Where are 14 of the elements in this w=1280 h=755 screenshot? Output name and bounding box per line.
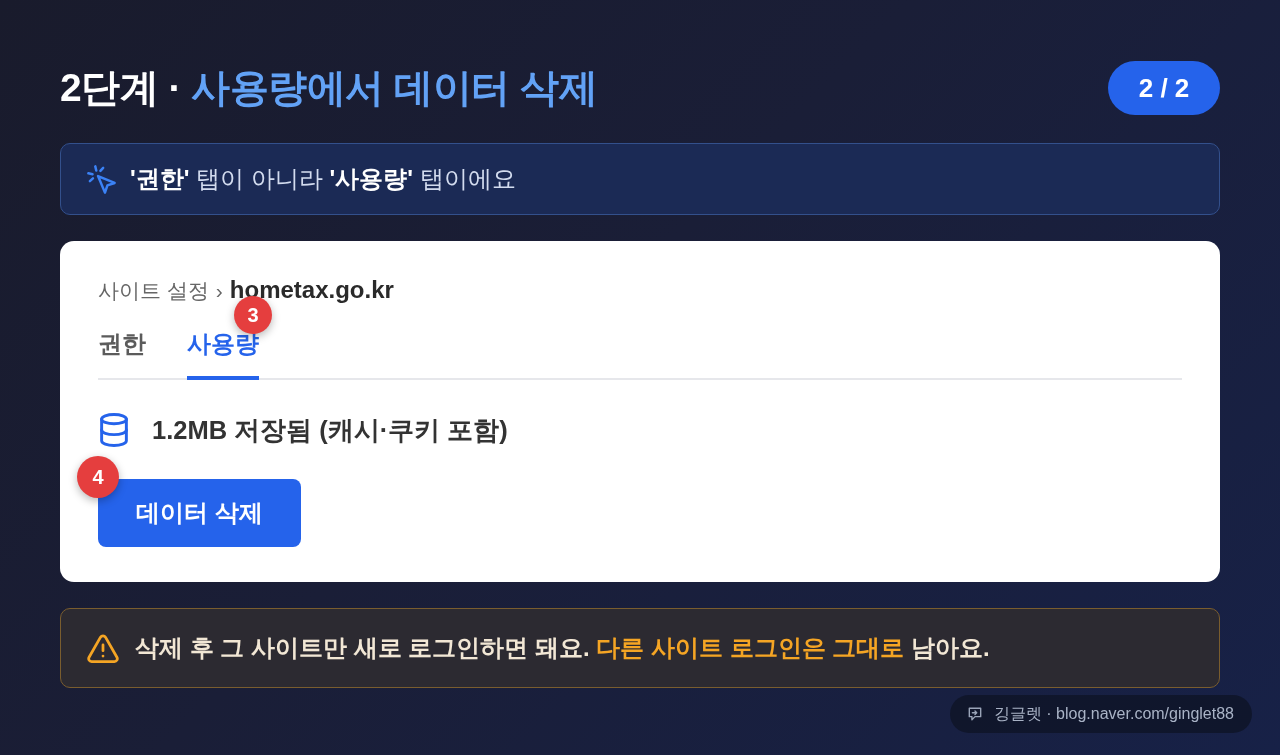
storage-usage-text: 1.2MB 저장됨 (캐시·쿠키 포함) [152, 415, 508, 446]
step-marker: 4 [77, 456, 119, 499]
page-title: 2단계 · 사용량에서 데이터 삭제 [60, 64, 598, 111]
database-icon [98, 413, 130, 448]
warning-icon [87, 633, 119, 663]
speech-bubble-icon [967, 707, 982, 721]
click-cursor-icon [87, 164, 116, 194]
tip-text: '권한' 탭이 아니라 '사용량' 탭이에요 [130, 164, 516, 194]
breadcrumb-link[interactable]: 사이트 설정 [98, 278, 209, 304]
attribution-text: 깅글렛 · blog.naver.com/ginglet88 [993, 704, 1234, 724]
tab[interactable]: 권한 [98, 329, 146, 380]
warning-text: 삭제 후 그 사이트만 새로 로그인하면 돼요. 다른 사이트 로그인은 그대로 남아요. [135, 633, 990, 663]
breadcrumb-separator: › [215, 278, 223, 304]
step-counter: 2 / 2 [1108, 61, 1220, 115]
